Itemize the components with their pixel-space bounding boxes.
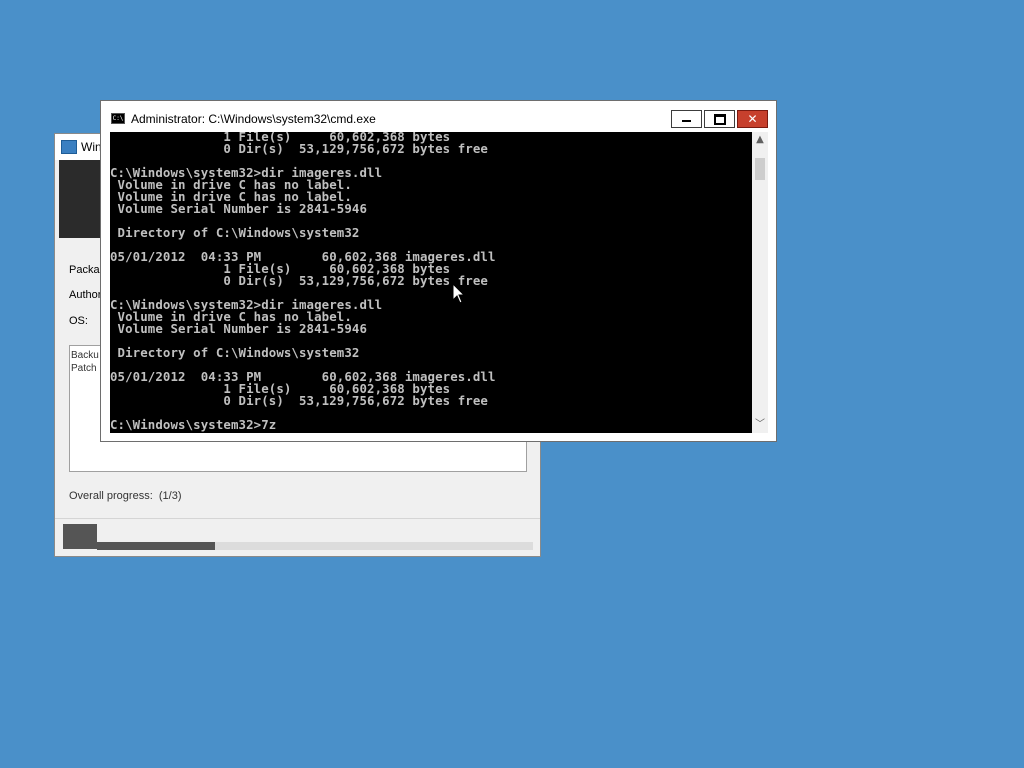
overall-progress: Overall progress: (1/3) [69,490,182,502]
author-label: Author [69,289,102,301]
overall-progress-label: Overall progress: [69,490,153,502]
minimize-button[interactable] [671,110,702,128]
scrollbar-thumb[interactable] [755,158,765,180]
installer-app-icon [61,140,77,154]
vertical-scrollbar[interactable]: ▲ ﹀ [752,132,768,433]
mouse-cursor-icon [452,283,466,304]
minimize-icon [682,120,691,122]
close-button[interactable]: ✕ [737,110,768,128]
maximize-icon [713,114,726,125]
maximize-button[interactable] [704,110,735,128]
cmd-window[interactable]: C:\ Administrator: C:\Windows\system32\c… [100,100,777,442]
progress-bar [97,542,533,550]
cmd-app-icon: C:\ [111,113,125,124]
installer-button[interactable] [63,524,97,549]
installer-title: Win [81,140,102,154]
progress-bar-fill [97,542,215,550]
os-label: OS: [69,315,88,327]
cmd-title: Administrator: C:\Windows\system32\cmd.e… [131,112,376,126]
divider [55,518,540,519]
cmd-titlebar[interactable]: C:\ Administrator: C:\Windows\system32\c… [101,101,776,131]
overall-progress-value: (1/3) [158,490,182,502]
console-output[interactable]: 1 File(s) 60,602,368 bytes 0 Dir(s) 53,1… [110,132,752,433]
console-text[interactable]: 1 File(s) 60,602,368 bytes 0 Dir(s) 53,1… [110,132,496,431]
scroll-up-icon[interactable]: ▲ [752,132,768,148]
scroll-down-icon[interactable]: ﹀ [752,417,768,433]
close-icon: ✕ [747,112,758,126]
